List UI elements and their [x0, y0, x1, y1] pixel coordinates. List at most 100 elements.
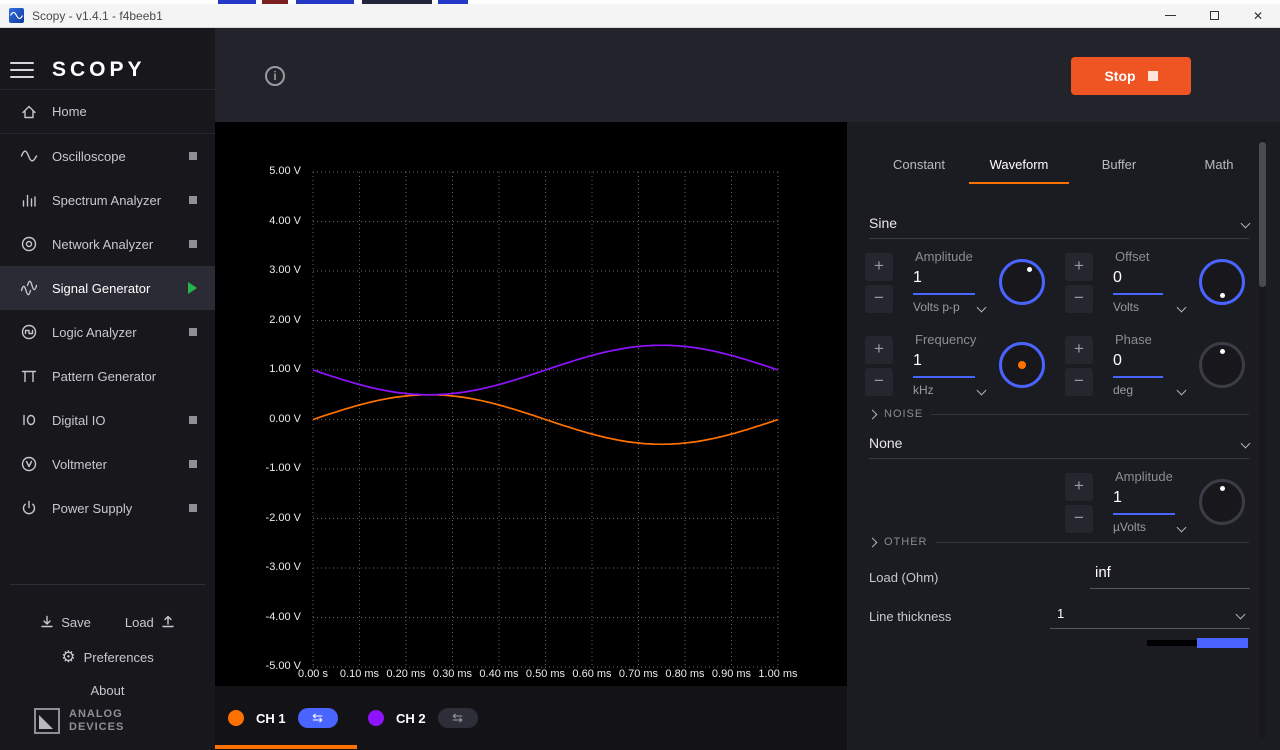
preferences-button[interactable]: ⚙ Preferences	[0, 642, 215, 672]
chevron-down-icon	[1177, 302, 1187, 312]
panel-scrollbar[interactable]	[1259, 138, 1266, 738]
noise-amplitude-decrement-button[interactable]: −	[1065, 505, 1093, 533]
stopped-indicator-icon[interactable]	[189, 460, 197, 468]
sidebar-nav: Home Oscilloscope Spectrum Analyzer Netw…	[0, 90, 215, 530]
sidebar-item-label: Signal Generator	[52, 281, 150, 296]
sidebar-item-home[interactable]: Home	[0, 90, 215, 134]
adi-logo-icon	[34, 708, 60, 734]
sidebar-item-network-analyzer[interactable]: Network Analyzer	[0, 222, 215, 266]
phase-knob[interactable]	[1199, 342, 1245, 388]
scrollbar-thumb[interactable]	[1259, 142, 1266, 287]
frequency-unit-label: kHz	[913, 383, 934, 397]
pattern-generator-icon	[20, 367, 38, 385]
top-toolbar: i Stop	[215, 28, 1280, 122]
info-button[interactable]: i	[265, 66, 285, 86]
maximize-button[interactable]	[1192, 4, 1236, 28]
stopped-indicator-icon[interactable]	[189, 240, 197, 248]
slider-thumb[interactable]	[1197, 638, 1248, 648]
phase-decrement-button[interactable]: −	[1065, 368, 1093, 396]
noise-section-header[interactable]: NOISE	[869, 406, 1249, 422]
noise-type-value: None	[869, 435, 902, 451]
tab-constant[interactable]: Constant	[869, 146, 969, 184]
waveform-plot[interactable]: 5.00 V4.00 V3.00 V2.00 V1.00 V0.00 V-1.0…	[215, 122, 847, 686]
noise-amplitude-increment-button[interactable]: +	[1065, 473, 1093, 501]
noise-amplitude-unit-select[interactable]: µVolts	[1113, 520, 1185, 534]
offset-value-field[interactable]: 0	[1113, 269, 1122, 287]
chevron-right-icon	[868, 409, 878, 419]
frequency-unit-select[interactable]: kHz	[913, 383, 985, 397]
y-axis-tick: 2.00 V	[221, 314, 301, 326]
frequency-increment-button[interactable]: +	[865, 336, 893, 364]
phase-unit-select[interactable]: deg	[1113, 383, 1185, 397]
stopped-indicator-icon[interactable]	[189, 196, 197, 204]
sidebar-item-digital-io[interactable]: Digital IO	[0, 398, 215, 442]
other-section-header[interactable]: OTHER	[869, 534, 1249, 550]
x-axis-tick: 0.40 ms	[475, 668, 523, 680]
info-icon: i	[273, 69, 276, 83]
tab-waveform[interactable]: Waveform	[969, 146, 1069, 184]
ch1-enable-toggle[interactable]: ⇆	[298, 708, 338, 728]
toggle-arrows-icon: ⇆	[312, 710, 323, 726]
sidebar-item-power-supply[interactable]: Power Supply	[0, 486, 215, 530]
about-link[interactable]: About	[0, 678, 215, 702]
stop-button[interactable]: Stop	[1071, 57, 1191, 95]
sidebar-item-pattern-generator[interactable]: Pattern Generator	[0, 354, 215, 398]
tab-buffer[interactable]: Buffer	[1069, 146, 1169, 184]
load-ohm-field[interactable]: inf	[1095, 564, 1111, 581]
knob-indicator-dot	[1027, 267, 1032, 272]
amplitude-knob[interactable]	[999, 259, 1045, 305]
noise-amplitude-knob[interactable]	[1199, 479, 1245, 525]
sidebar-item-oscilloscope[interactable]: Oscilloscope	[0, 134, 215, 178]
noise-amplitude-value-field[interactable]: 1	[1113, 489, 1122, 507]
divider	[869, 458, 1249, 459]
x-axis-tick: 0.60 ms	[568, 668, 616, 680]
offset-decrement-button[interactable]: −	[1065, 285, 1093, 313]
line-thickness-select[interactable]: 1	[1057, 606, 1064, 621]
amplitude-decrement-button[interactable]: −	[865, 285, 893, 313]
window-title: Scopy - v1.4.1 - f4beeb1	[32, 9, 163, 23]
noise-type-select[interactable]: None	[869, 430, 1249, 456]
offset-knob[interactable]	[1199, 259, 1245, 305]
load-button[interactable]: Load	[125, 614, 176, 630]
stop-square-icon	[1148, 71, 1158, 81]
amplitude-unit-select[interactable]: Volts p-p	[913, 300, 985, 314]
waveform-type-select[interactable]: Sine	[869, 210, 1249, 236]
plot-canvas	[215, 122, 847, 686]
frequency-value-field[interactable]: 1	[913, 352, 922, 370]
field-underline	[1050, 628, 1250, 629]
signal-generator-icon	[20, 279, 38, 297]
phase-value-field[interactable]: 0	[1113, 352, 1122, 370]
frequency-decrement-button[interactable]: −	[865, 368, 893, 396]
stopped-indicator-icon[interactable]	[189, 416, 197, 424]
gear-icon: ⚙	[61, 647, 75, 667]
sidebar-item-voltmeter[interactable]: Voltmeter	[0, 442, 215, 486]
close-button[interactable]: ✕	[1236, 4, 1280, 28]
sidebar-item-signal-generator[interactable]: Signal Generator	[0, 266, 215, 310]
tab-math[interactable]: Math	[1169, 146, 1269, 184]
minimize-button[interactable]	[1148, 4, 1192, 28]
sidebar-item-logic-analyzer[interactable]: Logic Analyzer	[0, 310, 215, 354]
sidebar: SCOPY Home Oscilloscope Spectrum Analyze…	[0, 28, 215, 750]
sidebar-item-label: Voltmeter	[52, 457, 107, 472]
channel-1-tab[interactable]: CH 1 ⇆	[228, 686, 338, 750]
sidebar-item-spectrum-analyzer[interactable]: Spectrum Analyzer	[0, 178, 215, 222]
amplitude-value-field[interactable]: 1	[913, 269, 922, 287]
ch2-enable-toggle[interactable]: ⇆	[438, 708, 478, 728]
plot-zoom-slider[interactable]	[1147, 638, 1248, 648]
amplitude-increment-button[interactable]: +	[865, 253, 893, 281]
save-button[interactable]: Save	[39, 614, 91, 630]
offset-control: + − Offset 0 Volts	[1065, 247, 1261, 333]
offset-increment-button[interactable]: +	[1065, 253, 1093, 281]
phase-increment-button[interactable]: +	[1065, 336, 1093, 364]
menu-hamburger-icon[interactable]	[10, 61, 34, 79]
frequency-knob[interactable]	[999, 342, 1045, 388]
channel-2-tab[interactable]: CH 2 ⇆	[368, 686, 478, 750]
running-indicator-icon[interactable]	[188, 282, 197, 294]
offset-unit-select[interactable]: Volts	[1113, 300, 1185, 314]
stopped-indicator-icon[interactable]	[189, 504, 197, 512]
brand-line: DEVICES	[69, 721, 124, 734]
stopped-indicator-icon[interactable]	[189, 152, 197, 160]
ch2-color-dot	[368, 710, 384, 726]
stopped-indicator-icon[interactable]	[189, 328, 197, 336]
x-axis-tick: 0.50 ms	[522, 668, 570, 680]
